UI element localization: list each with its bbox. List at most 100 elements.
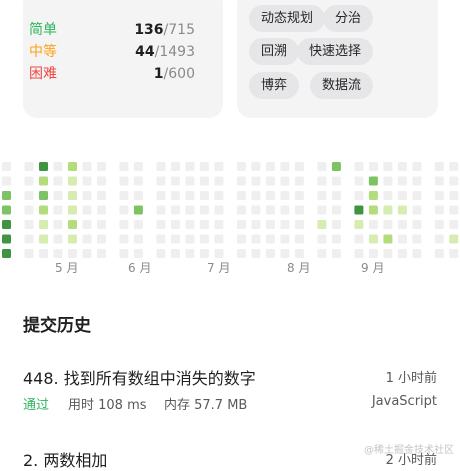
calendar-cell — [24, 162, 34, 171]
calendar-cell — [199, 176, 209, 186]
calendar-cell — [368, 220, 378, 229]
calendar-cell — [449, 191, 459, 200]
calendar-cell — [317, 220, 327, 229]
calendar-cell — [39, 176, 48, 186]
calendar-cell — [133, 249, 143, 258]
calendar-cell — [119, 205, 129, 215]
calendar-cell — [434, 234, 444, 244]
month-label-september: 9 月 — [361, 261, 385, 275]
calendar-cell — [68, 234, 77, 244]
calendar-cell — [354, 249, 364, 258]
calendar-cell — [53, 162, 63, 171]
calendar-cell — [265, 162, 275, 171]
calendar-cell — [53, 234, 63, 244]
calendar-cell — [251, 249, 261, 258]
calendar-cell — [236, 176, 246, 186]
calendar-cell — [265, 176, 275, 186]
calendar-cell — [156, 176, 166, 186]
watermark: @稀土掘金技术社区 — [364, 445, 454, 456]
calendar-cell — [68, 162, 77, 171]
calendar-cell — [265, 205, 275, 215]
calendar-cell — [214, 249, 224, 258]
calendar-cell — [236, 191, 246, 200]
calendar-cell — [331, 162, 341, 171]
calendar-cell — [236, 249, 246, 258]
calendar-cell — [185, 249, 195, 258]
calendar-cell — [236, 220, 246, 229]
calendar-cell — [82, 234, 92, 244]
calendar-cell — [265, 191, 275, 200]
calendar-cell — [170, 191, 180, 200]
calendar-cell — [170, 162, 180, 171]
calendar-cell — [265, 234, 275, 244]
calendar-cell — [156, 191, 166, 200]
calendar-cell — [24, 191, 34, 200]
calendar-cell — [251, 205, 261, 215]
calendar-cell — [214, 220, 224, 229]
calendar-cell — [383, 176, 393, 186]
calendar-cell — [39, 220, 48, 229]
calendar-cell — [24, 249, 34, 258]
calendar-cell — [368, 162, 378, 171]
calendar-cell — [449, 249, 459, 258]
calendar-cell — [265, 249, 275, 258]
calendar-cell — [82, 191, 92, 200]
calendar-cell — [251, 162, 261, 171]
calendar-cell — [294, 191, 304, 200]
submission-title-2[interactable]: 2. 两数相加 — [23, 447, 107, 471]
calendar-cell — [156, 234, 166, 244]
calendar-cell — [119, 220, 129, 229]
calendar-cell — [39, 249, 48, 258]
calendar-cell — [383, 220, 393, 229]
calendar-cell — [68, 205, 77, 215]
calendar-cell — [170, 205, 180, 215]
calendar-cell — [280, 162, 290, 171]
calendar-cell — [280, 220, 290, 229]
calendar-cell — [317, 249, 327, 258]
calendar-cell — [251, 220, 261, 229]
calendar-cell — [412, 220, 422, 229]
calendar-cell — [265, 220, 275, 229]
calendar-cell — [368, 205, 378, 215]
calendar-cell — [317, 234, 327, 244]
calendar-cell — [354, 234, 364, 244]
calendar-cell — [294, 176, 304, 186]
submission-runtime: 用时 108 ms — [68, 398, 147, 413]
calendar-cell — [412, 234, 422, 244]
calendar-cell — [199, 191, 209, 200]
calendar-cell — [24, 220, 34, 229]
calendar-cell — [156, 205, 166, 215]
calendar-cell — [2, 191, 11, 200]
calendar-cell — [119, 162, 129, 171]
calendar-cell — [199, 220, 209, 229]
calendar-cell — [214, 205, 224, 215]
calendar-cell — [82, 249, 92, 258]
calendar-cell — [185, 220, 195, 229]
calendar-cell — [412, 176, 422, 186]
calendar-cell — [397, 249, 407, 258]
calendar-cell — [53, 220, 63, 229]
calendar-cell — [156, 162, 166, 171]
calendar-cell — [119, 234, 129, 244]
calendar-cell — [331, 234, 341, 244]
calendar-cell — [53, 249, 63, 258]
calendar-cell — [24, 205, 34, 215]
calendar-cell — [294, 205, 304, 215]
calendar-cell — [97, 249, 106, 258]
calendar-cell — [449, 220, 459, 229]
calendar-cell — [236, 162, 246, 171]
calendar-cell — [170, 249, 180, 258]
calendar-cell — [2, 176, 11, 186]
submission-title[interactable]: 448. 找到所有数组中消失的数字 — [23, 365, 256, 389]
calendar-cell — [294, 234, 304, 244]
calendar-cell — [97, 220, 106, 229]
calendar-cell — [280, 234, 290, 244]
calendar-cell — [39, 234, 48, 244]
calendar-cell — [368, 234, 378, 244]
calendar-cell — [317, 205, 327, 215]
calendar-cell — [383, 234, 393, 244]
calendar-cell — [251, 191, 261, 200]
calendar-cell — [368, 191, 378, 200]
calendar-cell — [354, 191, 364, 200]
calendar-cell — [97, 162, 106, 171]
